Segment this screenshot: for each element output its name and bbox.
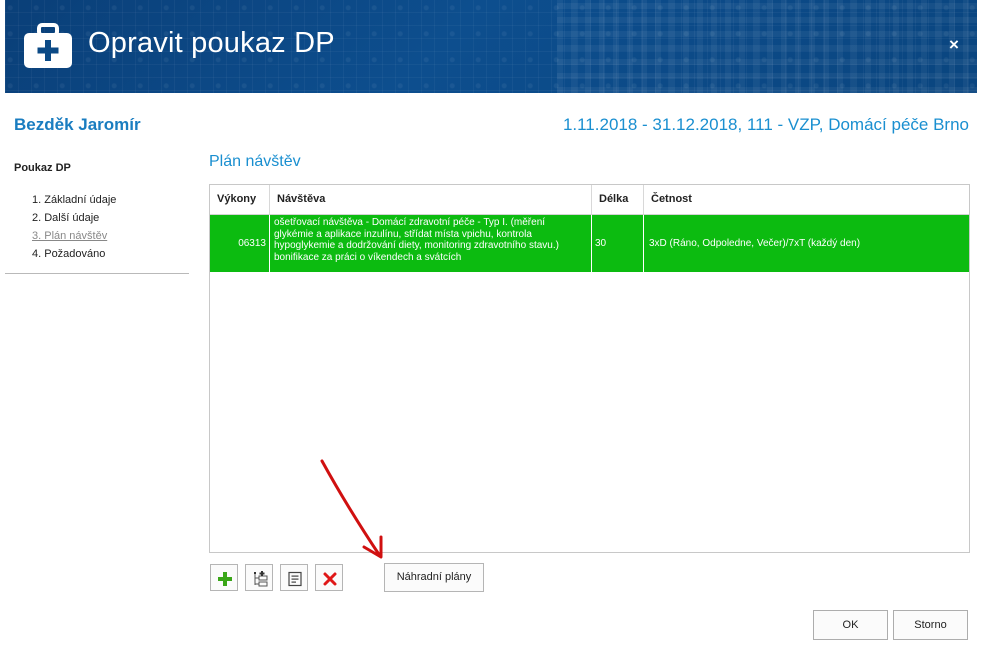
- sidebar-item-basic-info[interactable]: 1. Základní údaje: [32, 191, 116, 209]
- dialog-title-bar: Opravit poukaz DP ×: [5, 0, 977, 93]
- dialog-title: Opravit poukaz DP: [88, 27, 335, 59]
- sidebar-item-requested[interactable]: 4. Požadováno: [32, 245, 116, 263]
- medical-kit-icon: [24, 23, 72, 68]
- referral-period: 1.11.2018 - 31.12.2018, 111 - VZP, Domác…: [562, 115, 969, 134]
- cell-frequency: 3xD (Ráno, Odpoledne, Večer)/7xT (každý …: [649, 238, 861, 249]
- grid-header: Výkony Návštěva Délka Četnost: [210, 185, 969, 215]
- delete-x-icon: [323, 572, 337, 586]
- table-row[interactable]: 06313 ošetřovací návštěva - Domácí zdrav…: [210, 215, 969, 272]
- visit-plan-grid: Výkony Návštěva Délka Četnost 06313 ošet…: [209, 184, 970, 553]
- sidebar-item-other-info[interactable]: 2. Další údaje: [32, 209, 116, 227]
- edit-note-icon: [288, 571, 302, 587]
- alternative-plans-button[interactable]: Náhradní plány: [384, 563, 484, 592]
- plus-icon: [218, 572, 232, 586]
- sidebar-steps: 1. Základní údaje 2. Další údaje 3. Plán…: [32, 191, 116, 263]
- add-subitem-button[interactable]: [245, 564, 273, 591]
- cell-service-code: 06313: [210, 215, 270, 272]
- add-tree-icon: [254, 571, 268, 587]
- column-header-services[interactable]: Výkony: [210, 185, 270, 214]
- cell-visit-description: ošetřovací návštěva - Domácí zdravotní p…: [270, 215, 592, 272]
- column-header-length[interactable]: Délka: [592, 185, 644, 214]
- cancel-button[interactable]: Storno: [893, 610, 968, 640]
- ok-button[interactable]: OK: [813, 610, 888, 640]
- patient-name: Bezděk Jaromír: [14, 115, 141, 134]
- title-bar-pattern: [557, 0, 977, 93]
- section-title: Plán návštěv: [209, 153, 301, 170]
- column-header-visit[interactable]: Návštěva: [270, 185, 592, 214]
- delete-visit-button[interactable]: [315, 564, 343, 591]
- add-visit-button[interactable]: [210, 564, 238, 591]
- sidebar-divider: [5, 273, 189, 274]
- edit-visit-button[interactable]: [280, 564, 308, 591]
- sidebar-title: Poukaz DP: [14, 162, 71, 174]
- column-header-frequency[interactable]: Četnost: [644, 185, 969, 214]
- cell-length: 30: [592, 215, 644, 272]
- close-button[interactable]: ×: [943, 34, 965, 56]
- sidebar-item-visit-plan[interactable]: 3. Plán návštěv: [32, 227, 116, 245]
